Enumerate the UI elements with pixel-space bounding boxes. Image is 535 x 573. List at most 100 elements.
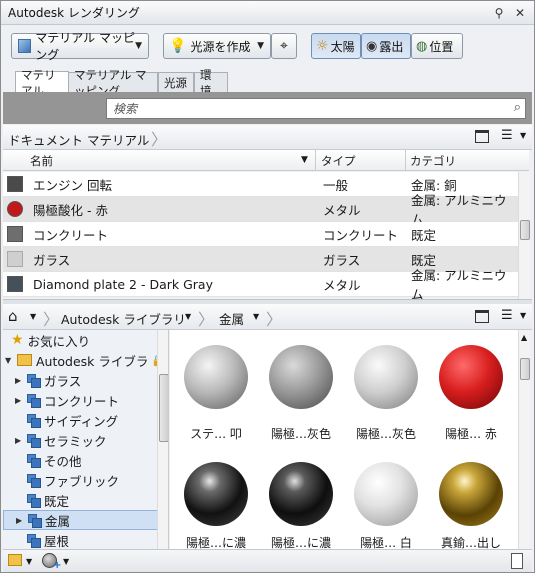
category-icon — [27, 394, 41, 408]
tree-item-fabric[interactable]: ファブリック — [27, 470, 119, 490]
column-category[interactable]: カテゴリ — [410, 153, 456, 169]
row-type: メタル — [323, 277, 361, 293]
material-preview-sphere[interactable] — [269, 462, 333, 526]
thumbnails-scrollbar[interactable]: ▲ — [518, 330, 530, 549]
exposure-toggle[interactable]: ◉ 露出 — [361, 33, 411, 59]
scrollbar-thumb[interactable] — [159, 374, 168, 442]
material-label: ステ… 叩 — [190, 427, 242, 441]
title-bar: Autodesk レンダリング ⚲ ✕ — [1, 1, 534, 25]
sun-icon: ☼ — [316, 38, 329, 54]
table-row[interactable]: コンクリート コンクリート 既定 — [3, 222, 518, 247]
scrollbar-thumb[interactable] — [520, 358, 530, 380]
tree-scrollbar[interactable] — [157, 330, 168, 549]
materials-scrollbar[interactable] — [518, 172, 530, 299]
chevron-down-icon: ▼ — [135, 41, 142, 51]
table-row[interactable]: Diamond plate 2 - Dark Gray メタル 金属: アルミニ… — [3, 268, 518, 302]
row-name: Diamond plate 2 - Dark Gray — [33, 276, 213, 292]
tree-item-other[interactable]: その他 — [27, 450, 82, 470]
expand-icon[interactable]: ▼ — [5, 356, 17, 365]
table-row[interactable]: 陽極酸化 - 赤 メタル 金属: アルミニウム — [3, 193, 518, 227]
row-name: ガラス — [33, 252, 71, 268]
material-mapping-icon — [18, 39, 32, 53]
library-nav-bar: ⌂ ▼ 〉 Autodesk ライブラリ ▼ 〉 金属 ▼ 〉 ☰ ▼ — [3, 304, 532, 330]
breadcrumb-separator: 〉 — [43, 310, 60, 329]
library-folder-icon[interactable] — [8, 554, 22, 566]
sort-desc-icon: ▼ — [301, 155, 308, 165]
search-icon[interactable]: ⌕ — [514, 100, 521, 115]
chevron-down-icon[interactable]: ▼ — [253, 312, 259, 321]
tab-materials[interactable]: マテリアル — [15, 68, 69, 98]
material-mapping-button[interactable]: マテリアル マッピング ▼ — [11, 31, 149, 62]
swatch-icon — [7, 276, 23, 292]
breadcrumb-library[interactable]: Autodesk ライブラリ — [61, 309, 186, 328]
view-panel-icon[interactable] — [475, 130, 489, 143]
home-icon[interactable]: ⌂ — [8, 307, 18, 325]
tree-item-metal[interactable]: ▶ 金属 — [3, 510, 159, 530]
row-name: エンジン 回転 — [33, 177, 112, 193]
row-name: コンクリート — [33, 227, 109, 243]
tree-item-concrete[interactable]: ▶ コンクリート — [15, 390, 119, 410]
material-preview-sphere[interactable] — [184, 462, 248, 526]
material-preview-sphere[interactable] — [184, 345, 248, 409]
light-bulb-icon: 💡 — [169, 38, 187, 54]
expand-icon[interactable]: ▶ — [15, 396, 27, 405]
tree-item-siding[interactable]: サイディング — [27, 410, 118, 430]
crosshair-icon: ⌖ — [280, 38, 288, 54]
material-editor-icon[interactable] — [511, 553, 523, 569]
sun-toggle[interactable]: ☼ 太陽 — [311, 33, 361, 59]
tree-item-glass[interactable]: ▶ ガラス — [15, 370, 81, 390]
library-tree: ★ お気に入り ▼ Autodesk ライブラ 🔒 ▶ ガラス ▶ コンクリート… — [3, 330, 169, 549]
tab-environment[interactable]: 環境 — [194, 68, 228, 98]
breadcrumb-metal[interactable]: 金属 — [219, 309, 244, 328]
material-preview-sphere[interactable] — [354, 345, 418, 409]
light-target-button[interactable]: ⌖ — [271, 33, 297, 59]
chevron-down-icon[interactable]: ▼ — [520, 131, 526, 140]
location-label: 位置 — [429, 39, 454, 54]
sun-label: 太陽 — [330, 39, 355, 54]
folder-icon — [17, 354, 32, 366]
row-type: メタル — [323, 202, 361, 218]
chevron-down-icon[interactable]: ▼ — [30, 312, 36, 321]
expand-icon[interactable]: ▶ — [15, 436, 27, 445]
chevron-down-icon: ▼ — [257, 41, 264, 51]
create-light-button[interactable]: 💡 光源を作成 ▼ — [163, 33, 271, 59]
material-preview-sphere[interactable] — [439, 462, 503, 526]
scroll-up-icon[interactable]: ▲ — [521, 333, 527, 342]
chevron-down-icon[interactable]: ▼ — [520, 311, 526, 320]
list-view-icon[interactable]: ☰ — [501, 308, 513, 323]
material-label: 陽極… 赤 — [445, 427, 497, 441]
star-icon: ★ — [11, 332, 24, 348]
view-panel-icon[interactable] — [475, 310, 489, 323]
tree-item-favorites[interactable]: ★ お気に入り — [11, 330, 90, 350]
location-button[interactable]: ◍ 位置 — [411, 33, 463, 59]
material-preview-sphere[interactable] — [354, 462, 418, 526]
column-name[interactable]: 名前 — [30, 153, 53, 169]
category-icon — [27, 434, 41, 448]
document-materials-title: ドキュメント マテリアル — [8, 133, 150, 148]
chevron-down-icon[interactable]: ▼ — [63, 557, 69, 566]
chevron-down-icon[interactable]: ▼ — [26, 557, 32, 566]
material-preview-sphere[interactable] — [269, 345, 333, 409]
close-icon[interactable]: ✕ — [512, 5, 528, 21]
category-icon — [27, 474, 41, 488]
window-title: Autodesk レンダリング — [8, 6, 140, 20]
tree-item-ceramic[interactable]: ▶ セラミック — [15, 430, 107, 450]
material-preview-sphere[interactable] — [439, 345, 503, 409]
list-view-icon[interactable]: ☰ — [501, 128, 513, 143]
tab-material-mapping[interactable]: マテリアル マッピング — [68, 68, 158, 98]
category-icon — [27, 414, 41, 428]
pin-icon[interactable]: ⚲ — [491, 5, 507, 21]
scrollbar-thumb[interactable] — [520, 220, 530, 240]
tree-item-autodesk-library[interactable]: ▼ Autodesk ライブラ 🔒 — [5, 350, 165, 370]
expand-icon[interactable]: ▶ — [15, 376, 27, 385]
search-input[interactable]: 検索 ⌕ — [106, 98, 526, 119]
tree-item-roofing[interactable]: 屋根 — [27, 530, 69, 549]
tree-item-default[interactable]: 既定 — [27, 490, 69, 510]
expand-icon[interactable]: ▶ — [16, 516, 28, 525]
tab-lights[interactable]: 光源 — [158, 72, 194, 93]
column-type[interactable]: タイプ — [321, 153, 356, 169]
row-category: 既定 — [411, 227, 437, 243]
material-label: 陽極… 白 — [360, 536, 412, 549]
chevron-down-icon[interactable]: ▼ — [185, 312, 191, 321]
swatch-icon — [7, 176, 23, 192]
